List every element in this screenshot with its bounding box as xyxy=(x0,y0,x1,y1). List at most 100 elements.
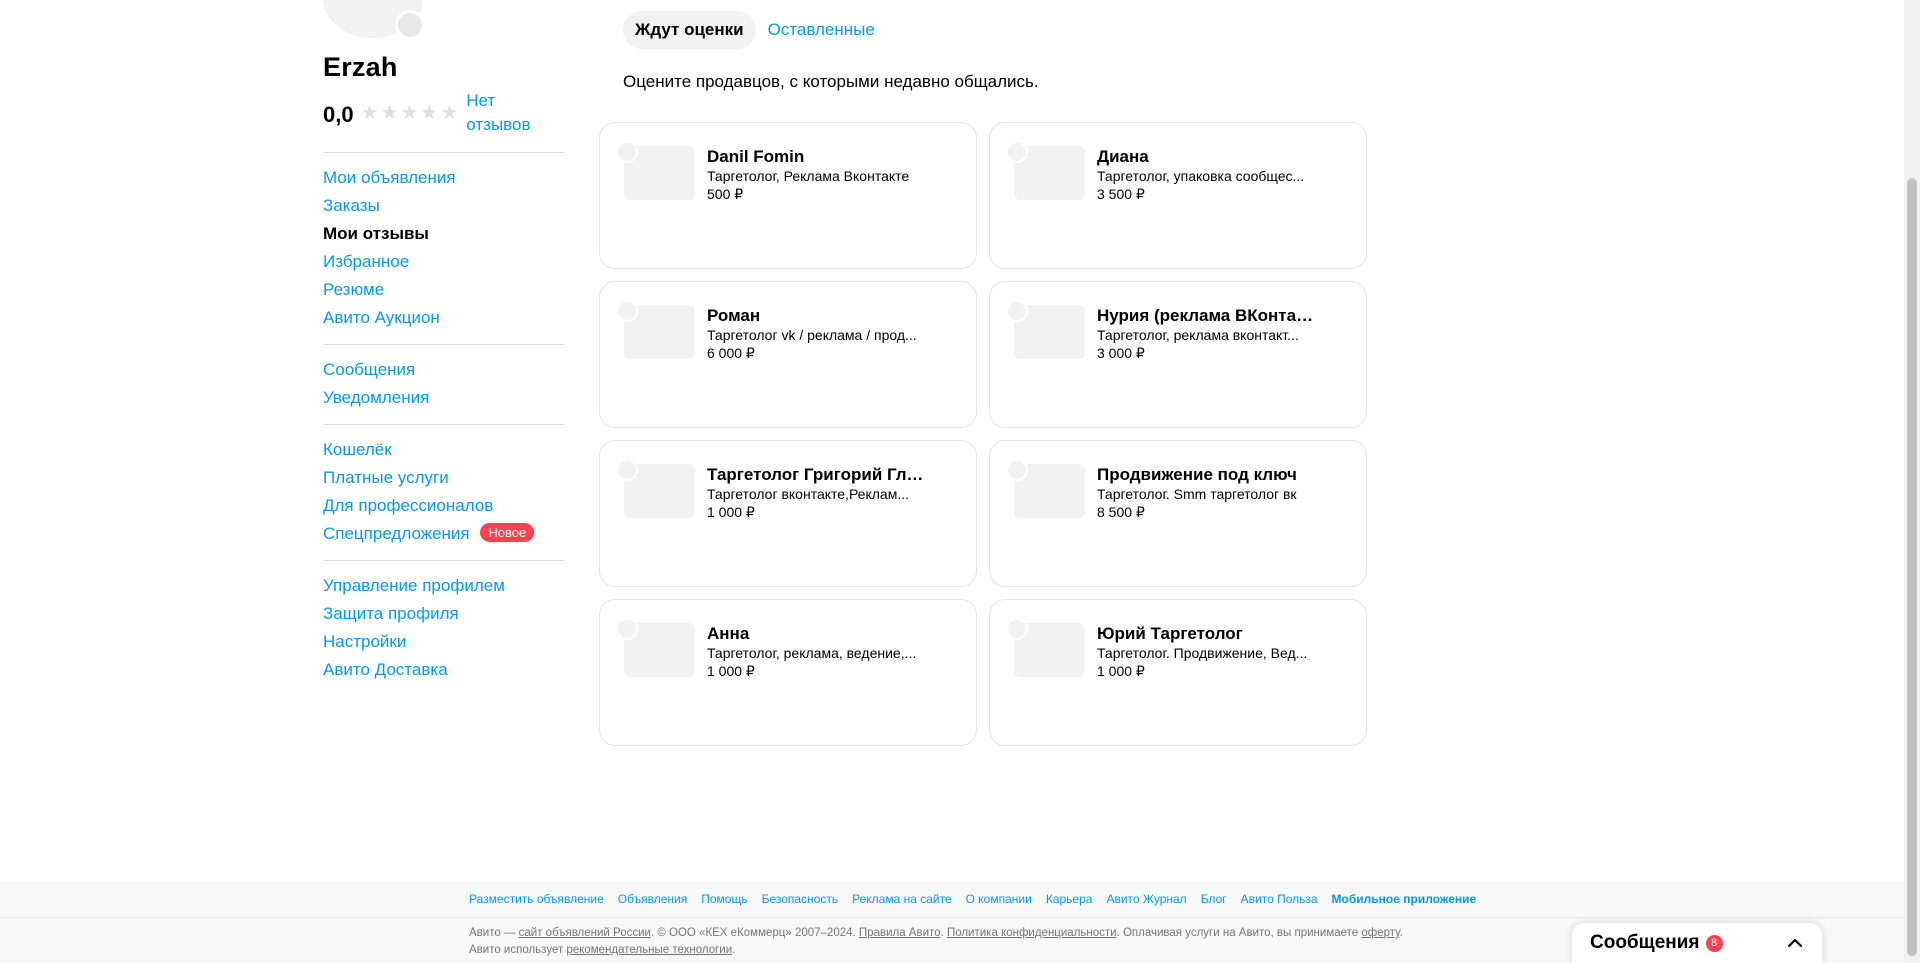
seller-card[interactable]: Продвижение под ключ Таргетолог. Smm тар… xyxy=(989,440,1367,587)
seller-price: 6 000 ₽ xyxy=(707,345,755,361)
footer-link-career[interactable]: Карьера xyxy=(1046,892,1093,906)
reviews-tabs: Ждут оценки Оставленные xyxy=(623,11,887,49)
seller-price: 1 000 ₽ xyxy=(707,663,755,679)
legal-text: . © ООО «КЕХ еКоммерц» 2007–2024. xyxy=(650,927,859,939)
footer-link-help[interactable]: Помощь xyxy=(701,892,747,906)
star-icon: ★ xyxy=(440,102,459,124)
seller-info: Роман Таргетолог vk / реклама / прод... … xyxy=(707,306,927,362)
seller-card[interactable]: Юрий Таргетолог Таргетолог. Продвижение,… xyxy=(989,599,1367,746)
seller-card[interactable]: Нурия (реклама ВКонтакт... Таргетолог, р… xyxy=(989,281,1367,428)
tab-waiting[interactable]: Ждут оценки xyxy=(623,11,756,49)
nav-group-communication: Сообщения Уведомления xyxy=(323,344,565,424)
chevron-up-icon[interactable] xyxy=(1786,934,1804,952)
footer-link-blog[interactable]: Блог xyxy=(1201,892,1227,906)
seller-card[interactable]: Таргетолог Григорий Глух... Таргетолог в… xyxy=(599,440,977,587)
legal-link-site[interactable]: сайт объявлений России xyxy=(519,927,651,939)
sidebar-item-my-reviews[interactable]: Мои отзывы xyxy=(323,220,565,248)
seller-price: 3 000 ₽ xyxy=(1097,345,1145,361)
sidebar-item-favorites[interactable]: Избранное xyxy=(323,248,565,276)
seller-name: Danil Fomin xyxy=(707,147,805,166)
seller-avatar xyxy=(1006,459,1028,481)
star-icon: ★ xyxy=(400,102,419,124)
seller-avatar xyxy=(1006,618,1028,640)
seller-price: 500 ₽ xyxy=(707,186,744,202)
seller-info: Юрий Таргетолог Таргетолог. Продвижение,… xyxy=(1097,624,1317,680)
footer-link-ads[interactable]: Объявления xyxy=(618,892,687,906)
sidebar-item-for-pros[interactable]: Для профессионалов xyxy=(323,492,565,520)
legal-text: Авито — xyxy=(469,927,519,939)
sidebar-item-settings[interactable]: Настройки xyxy=(323,628,565,656)
seller-description: Таргетолог, упаковка сообщес... xyxy=(1097,168,1305,184)
seller-description: Таргетолог, реклама вконтакт... xyxy=(1097,327,1299,343)
scrollbar-thumb[interactable] xyxy=(1907,178,1917,956)
no-reviews-link[interactable]: Нет отзывов xyxy=(466,89,546,137)
nav-group-settings: Управление профилем Защита профиля Настр… xyxy=(323,560,565,696)
sidebar-item-messages[interactable]: Сообщения xyxy=(323,356,565,384)
sidebar-item-notifications[interactable]: Уведомления xyxy=(323,384,565,412)
sidebar-item-my-ads[interactable]: Мои объявления xyxy=(323,164,565,192)
seller-name: Диана xyxy=(1097,147,1149,166)
sidebar-nav: Мои объявления Заказы Мои отзывы Избранн… xyxy=(323,152,565,696)
seller-description: Таргетолог, Реклама Вконтакте xyxy=(707,168,910,184)
sidebar-item-special-offers-row: Спецпредложения Новое xyxy=(323,520,565,548)
seller-description: Таргетолог. Продвижение, Вед... xyxy=(1097,645,1308,661)
seller-info: Danil Fomin Таргетолог, Реклама Вконтакт… xyxy=(707,147,927,203)
seller-description: Таргетолог, реклама, ведение,... xyxy=(707,645,917,661)
sidebar-item-special-offers[interactable]: Спецпредложения xyxy=(323,524,470,543)
nav-group-main: Мои объявления Заказы Мои отзывы Избранн… xyxy=(323,152,565,344)
seller-card[interactable]: Danil Fomin Таргетолог, Реклама Вконтакт… xyxy=(599,122,977,269)
scrollbar[interactable] xyxy=(1904,0,1920,963)
seller-info: Таргетолог Григорий Глух... Таргетолог в… xyxy=(707,465,927,521)
sidebar-item-delivery[interactable]: Авито Доставка xyxy=(323,656,565,684)
page: Erzah 0,0 ★ ★ ★ ★ ★ Нет отзывов Мои объя… xyxy=(0,0,1920,963)
messages-widget[interactable]: Сообщения 8 xyxy=(1572,923,1822,963)
seller-name: Продвижение под ключ xyxy=(1097,465,1297,484)
sidebar-item-wallet[interactable]: Кошелёк xyxy=(323,436,565,464)
legal-link-privacy[interactable]: Политика конфиденциальности xyxy=(947,927,1117,939)
rating-value: 0,0 xyxy=(323,102,354,127)
footer-link-about[interactable]: О компании xyxy=(966,892,1032,906)
seller-avatar xyxy=(616,300,638,322)
seller-card[interactable]: Анна Таргетолог, реклама, ведение,... 1 … xyxy=(599,599,977,746)
rating-stars: ★ ★ ★ ★ ★ xyxy=(361,102,459,124)
footer-link-post-ad[interactable]: Разместить объявление xyxy=(469,892,604,906)
seller-price: 1 000 ₽ xyxy=(1097,663,1145,679)
footer-links: Разместить объявление Объявления Помощь … xyxy=(469,892,1476,906)
footer-link-avito-benefit[interactable]: Авито Польза xyxy=(1241,892,1318,906)
seller-name: Нурия (реклама ВКонтакт... xyxy=(1097,306,1317,325)
sidebar-item-paid-services[interactable]: Платные услуги xyxy=(323,464,565,492)
tab-left[interactable]: Оставленные xyxy=(756,11,887,49)
seller-description: Таргетолог. Smm таргетолог вк xyxy=(1097,486,1297,502)
footer-link-mobile-app[interactable]: Мобильное приложение xyxy=(1332,892,1477,906)
seller-info: Анна Таргетолог, реклама, ведение,... 1 … xyxy=(707,624,927,680)
star-icon: ★ xyxy=(360,102,379,124)
footer-link-advertising[interactable]: Реклама на сайте xyxy=(852,892,952,906)
star-icon: ★ xyxy=(380,102,399,124)
footer-link-security[interactable]: Безопасность xyxy=(762,892,839,906)
seller-card[interactable]: Диана Таргетолог, упаковка сообщес... 3 … xyxy=(989,122,1367,269)
seller-name: Юрий Таргетолог xyxy=(1097,624,1243,643)
seller-info: Продвижение под ключ Таргетолог. Smm тар… xyxy=(1097,465,1317,521)
legal-link-recommendations[interactable]: рекомендательные технологии xyxy=(566,944,732,956)
sidebar-item-auction[interactable]: Авито Аукцион xyxy=(323,304,565,332)
seller-avatar xyxy=(1006,141,1028,163)
seller-description: Таргетолог вконтакте,Реклам... xyxy=(707,486,909,502)
username: Erzah xyxy=(323,52,398,82)
sidebar-item-orders[interactable]: Заказы xyxy=(323,192,565,220)
messages-widget-title: Сообщения xyxy=(1590,932,1700,953)
legal-link-rules[interactable]: Правила Авито xyxy=(859,927,941,939)
legal-text: . Оплачивая услуги на Авито, вы принимае… xyxy=(1116,927,1362,939)
footer-link-journal[interactable]: Авито Журнал xyxy=(1106,892,1186,906)
star-icon: ★ xyxy=(420,102,439,124)
seller-card[interactable]: Роман Таргетолог vk / реклама / прод... … xyxy=(599,281,977,428)
seller-avatar xyxy=(616,141,638,163)
legal-link-offer[interactable]: оферту xyxy=(1361,927,1399,939)
seller-price: 3 500 ₽ xyxy=(1097,186,1145,202)
sidebar-item-resume[interactable]: Резюме xyxy=(323,276,565,304)
seller-name: Роман xyxy=(707,306,761,325)
sidebar-item-profile-management[interactable]: Управление профилем xyxy=(323,572,565,600)
seller-avatar xyxy=(1006,300,1028,322)
avatar-status-dot xyxy=(395,10,425,40)
new-badge: Новое xyxy=(480,523,535,542)
sidebar-item-profile-protection[interactable]: Защита профиля xyxy=(323,600,565,628)
